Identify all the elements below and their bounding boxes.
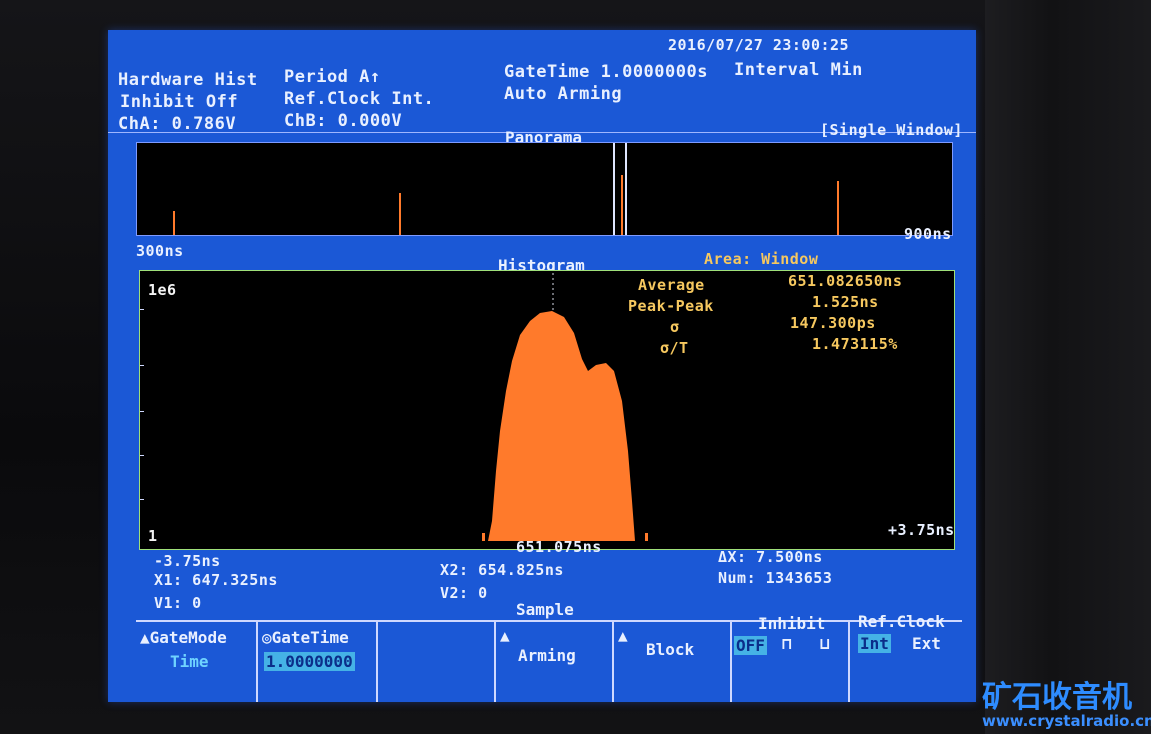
stat-value-average: 651.082650ns: [788, 272, 903, 290]
pulse-rising-icon[interactable]: ⊓: [782, 634, 792, 653]
softkey-refclock[interactable]: Ref.Clock Int Ext: [850, 612, 962, 702]
triangle-up-icon: ▲: [140, 628, 150, 647]
window-mode[interactable]: [Single Window]: [820, 121, 963, 139]
marker-v1: V1: 0: [154, 594, 202, 612]
histogram-outlier-bin: [645, 533, 648, 541]
histogram-area: Area: Window: [704, 250, 819, 268]
softkey-block[interactable]: ▲ Block: [614, 622, 732, 702]
refclock-int-option[interactable]: Int: [858, 634, 891, 653]
sample-count: Num: 1343653: [718, 569, 833, 587]
stat-label-average: Average: [638, 276, 705, 294]
gatemode-label: GateMode: [149, 628, 227, 647]
inhibit-off-option[interactable]: OFF: [734, 636, 767, 655]
y-axis-top: 1e6: [148, 281, 177, 299]
marker-v2: V2: 0: [440, 584, 488, 602]
watermark-url: www.crystalradio.cn: [982, 712, 1151, 730]
marker-dx: ΔX: 7.500ns: [718, 548, 823, 566]
softkey-arming[interactable]: ▲ Arming: [496, 622, 614, 702]
x-axis-center: 651.075ns: [516, 538, 602, 556]
panorama-spike: [399, 193, 401, 235]
x-axis-left: -3.75ns: [154, 552, 221, 570]
gatetime-label: GateTime: [271, 628, 349, 647]
mode-label: Hardware Hist: [118, 70, 258, 90]
panorama-spike: [173, 211, 175, 235]
histogram-distribution: [488, 311, 635, 541]
interval-status: Interval Min: [734, 60, 863, 80]
triangle-up-icon: ▲: [618, 626, 628, 645]
y-axis-bottom: 1: [148, 527, 158, 545]
pulse-falling-icon[interactable]: ⊔: [820, 634, 830, 653]
gatetime-status: GateTime 1.0000000s: [504, 62, 708, 82]
panorama-spike: [837, 181, 839, 235]
stat-label-sigma-t: σ/T: [660, 339, 689, 357]
stat-value-sigma-t: 1.473115%: [812, 335, 898, 353]
histogram-trace: [482, 273, 648, 541]
arming-status: Auto Arming: [504, 84, 623, 104]
softkey-blank[interactable]: [378, 622, 496, 702]
triangle-up-icon: ▲: [500, 626, 510, 645]
marker-num: Num: 1343653: [718, 569, 832, 587]
knob-icon: ◎: [262, 628, 272, 647]
gatemode-value: Time: [170, 652, 209, 671]
cha-level: ChA: 0.786V: [118, 114, 237, 134]
marker-x2: X2: 654.825ns: [440, 561, 564, 579]
stat-value-peak-peak: 1.525ns: [812, 293, 879, 311]
instrument-side-panel: [985, 0, 1151, 734]
stat-label-peak-peak: Peak-Peak: [628, 297, 714, 315]
panorama-x-min: 300ns: [136, 242, 184, 260]
block-label: Block: [646, 640, 695, 659]
stat-label-sigma: σ: [670, 318, 680, 336]
softkey-gatetime[interactable]: ◎GateTime 1.0000000: [258, 622, 378, 702]
softkey-bar: ▲GateMode Time ◎GateTime 1.0000000 ▲ Arm…: [136, 612, 962, 702]
histogram-plot: 1e6 1: [139, 270, 955, 550]
refclock-label: Ref.Clock: [858, 612, 945, 631]
chb-level: ChB: 0.000V: [284, 111, 403, 131]
stat-value-sigma: 147.300ps: [790, 314, 876, 332]
panorama-window-cursor[interactable]: [613, 143, 627, 235]
gatetime-input[interactable]: 1.0000000: [264, 652, 355, 671]
watermark-logo: 矿石收音机: [982, 680, 1132, 715]
panorama-plot: [136, 142, 953, 236]
softkey-inhibit[interactable]: Inhibit OFF ⊓ ⊔: [732, 614, 850, 702]
refclock-ext-option[interactable]: Ext: [912, 634, 941, 653]
measure-function: Period A↑: [284, 67, 381, 87]
x-axis-right: +3.75ns: [888, 521, 955, 539]
histogram-outlier-bin: [482, 533, 485, 541]
arming-label: Arming: [518, 646, 576, 665]
inhibit-status: Inhibit Off: [120, 92, 239, 112]
inhibit-label: Inhibit: [758, 614, 826, 633]
datetime: 2016/07/27 23:00:25: [668, 36, 850, 54]
marker-x1: X1: 647.325ns: [154, 571, 278, 589]
sample-label: Sample: [516, 600, 574, 619]
softkey-gatemode[interactable]: ▲GateMode Time: [136, 622, 258, 702]
instrument-screen: 2016/07/27 23:00:25 Hardware Hist Inhibi…: [108, 30, 976, 702]
panorama-x-max: 900ns: [904, 225, 952, 243]
refclock-status: Ref.Clock Int.: [284, 89, 435, 109]
